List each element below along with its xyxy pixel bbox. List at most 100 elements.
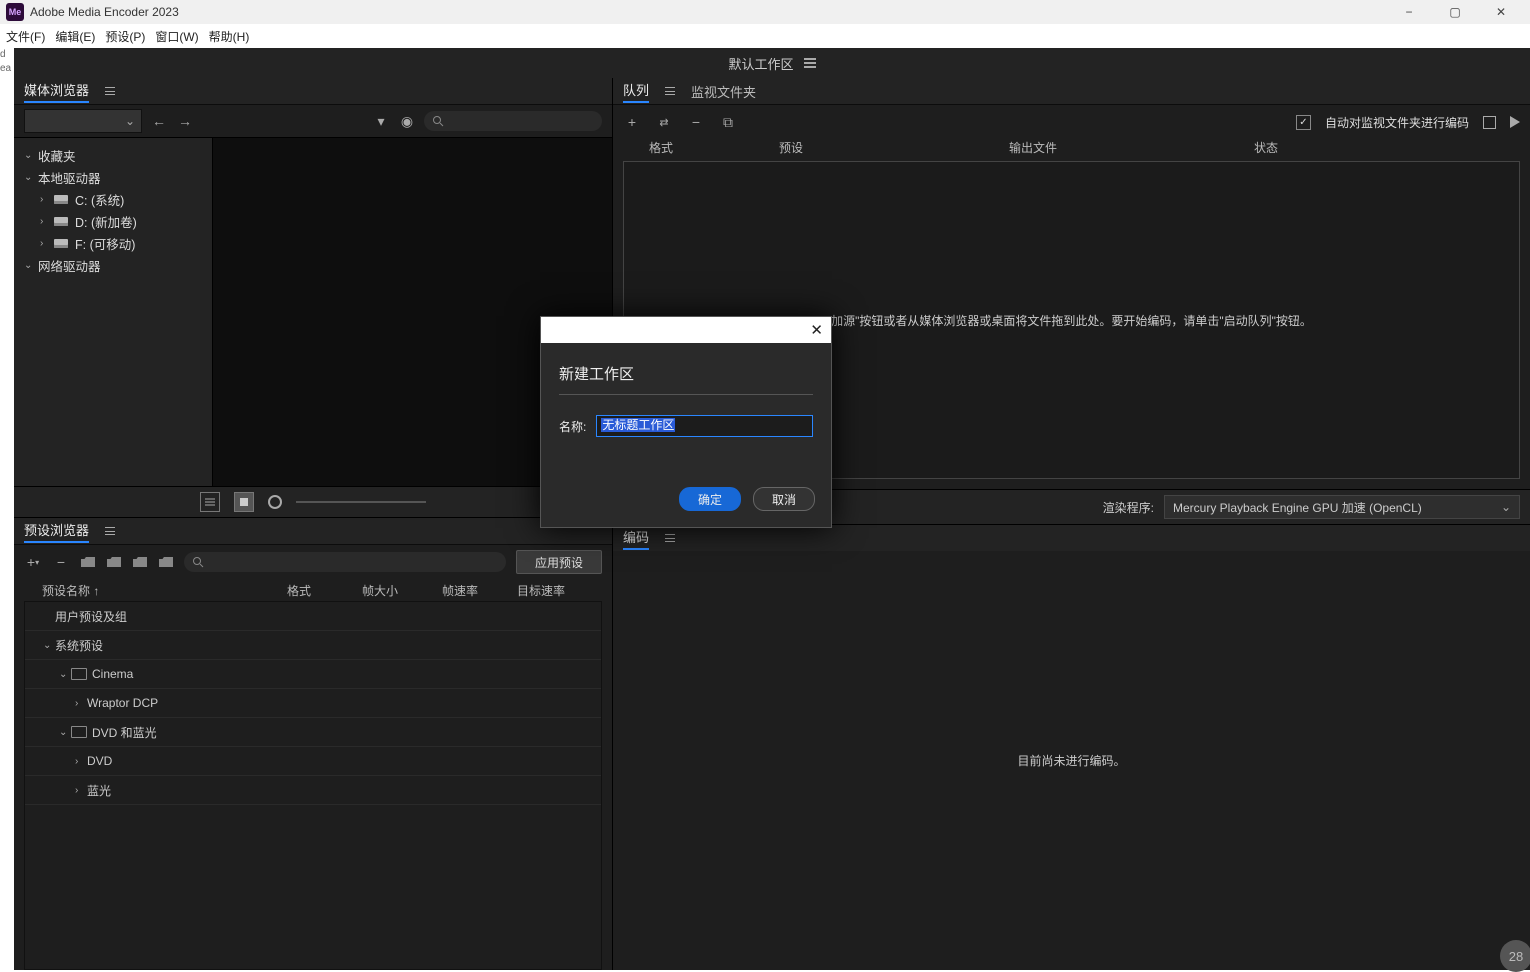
media-browser-footer — [14, 486, 612, 517]
dialog-close-icon[interactable]: ✕ — [810, 321, 823, 339]
tree-drive-f[interactable]: ›F: (可移动) — [18, 232, 208, 254]
ok-button[interactable]: 确定 — [679, 487, 741, 511]
preset-toolbar: +▾ − 应用预设 — [14, 545, 612, 579]
zoom-slider-handle[interactable] — [268, 495, 282, 509]
drive-icon — [54, 239, 68, 248]
media-browser-tabs: 媒体浏览器 — [14, 78, 612, 104]
encoding-panel: 目前尚未进行编码。 — [613, 551, 1530, 970]
renderer-select[interactable]: Mercury Playback Engine GPU 加速 (OpenCL) … — [1164, 495, 1520, 519]
nav-forward-icon[interactable]: → — [176, 112, 194, 130]
menu-help[interactable]: 帮助(H) — [209, 28, 250, 45]
remove-icon[interactable]: − — [687, 113, 705, 131]
encoding-empty-text: 目前尚未进行编码。 — [1017, 752, 1125, 769]
tab-preset-browser[interactable]: 预设浏览器 — [24, 520, 89, 543]
preset-search[interactable] — [184, 552, 506, 572]
preset-list: 用户预设及组 ⌄系统预设 ⌄Cinema ›Wraptor DCP ⌄DVD 和… — [24, 601, 602, 970]
tree-local-drives[interactable]: ⌄本地驱动器 — [18, 166, 208, 188]
preset-browser-tabs: 预设浏览器 — [14, 517, 612, 544]
corner-badge: 28 — [1500, 940, 1530, 972]
cancel-button[interactable]: 取消 — [753, 487, 815, 511]
film-icon — [71, 726, 87, 738]
folder-import-icon[interactable] — [133, 557, 147, 567]
encoding-tabs: 编码 — [613, 524, 1530, 551]
queue-columns: 格式 预设 输出文件 状态 — [613, 139, 1530, 161]
dialog-title: 新建工作区 — [559, 363, 813, 395]
window-close-button[interactable]: ✕ — [1478, 0, 1524, 24]
thumbnail-view-icon[interactable] — [234, 492, 254, 512]
col-outfile: 输出文件 — [1009, 139, 1254, 161]
tab-queue[interactable]: 队列 — [623, 80, 649, 103]
tree-network-drives[interactable]: ⌄网络驱动器 — [18, 254, 208, 276]
queue-tabs: 队列 监视文件夹 — [613, 78, 1530, 104]
col-frame-size[interactable]: 帧大小 — [362, 582, 442, 599]
col-target-rate[interactable]: 目标速率 — [517, 582, 577, 599]
stop-queue-icon[interactable] — [1483, 116, 1496, 129]
preset-group-bluray[interactable]: ›蓝光 — [25, 776, 601, 805]
window-maximize-button[interactable]: ▢ — [1432, 0, 1478, 24]
workspace-label[interactable]: 默认工作区 — [728, 54, 793, 73]
window-minimize-button[interactable]: − — [1386, 0, 1432, 24]
folder-new-icon[interactable] — [107, 557, 121, 567]
preset-group-user[interactable]: 用户预设及组 — [25, 602, 601, 631]
panel-menu-icon[interactable] — [105, 87, 115, 95]
list-view-icon[interactable] — [200, 492, 220, 512]
new-preset-icon[interactable]: +▾ — [24, 553, 42, 571]
folder-export-icon[interactable] — [159, 557, 173, 567]
tab-watch-folders[interactable]: 监视文件夹 — [691, 82, 756, 101]
nav-back-icon[interactable]: ← — [150, 112, 168, 130]
col-frame-rate[interactable]: 帧速率 — [442, 582, 517, 599]
folder-icon[interactable] — [81, 557, 95, 567]
preset-group-dvd[interactable]: ›DVD — [25, 747, 601, 776]
workspace-name-input[interactable]: 无标题工作区 — [596, 415, 813, 437]
menu-edit[interactable]: 编辑(E) — [55, 28, 95, 45]
panel-menu-icon[interactable] — [665, 534, 675, 542]
add-source-icon[interactable]: + — [623, 113, 641, 131]
preset-group-system[interactable]: ⌄系统预设 — [25, 631, 601, 660]
new-workspace-dialog: ✕ 新建工作区 名称: 无标题工作区 确定 取消 — [540, 316, 832, 528]
tree-drive-c[interactable]: ›C: (系统) — [18, 188, 208, 210]
col-format: 格式 — [649, 139, 779, 161]
delete-preset-icon[interactable]: − — [52, 553, 70, 571]
app-icon: Me — [6, 3, 24, 21]
media-browser-toolbar: ⌄ ← → ▾ ◉ — [14, 105, 612, 137]
media-browser-path-dropdown[interactable]: ⌄ — [24, 109, 142, 133]
col-preset: 预设 — [779, 139, 1009, 161]
col-status: 状态 — [1254, 139, 1314, 161]
menu-window[interactable]: 窗口(W) — [155, 28, 198, 45]
media-browser-search[interactable] — [424, 111, 602, 131]
preset-group-dvdbluray[interactable]: ⌄DVD 和蓝光 — [25, 718, 601, 747]
col-format[interactable]: 格式 — [287, 582, 362, 599]
menubar: 文件(F) 编辑(E) 预设(P) 窗口(W) 帮助(H) — [0, 24, 1530, 49]
menu-preset[interactable]: 预设(P) — [105, 28, 145, 45]
tab-media-browser[interactable]: 媒体浏览器 — [24, 80, 89, 103]
menu-file[interactable]: 文件(F) — [6, 28, 45, 45]
name-field-label: 名称: — [559, 418, 586, 435]
left-edge: dea — [0, 48, 14, 970]
media-browser-tree: ⌄收藏夹 ⌄本地驱动器 ›C: (系统) ›D: (新加卷) ›F: (可移动)… — [14, 138, 212, 486]
renderer-label: 渲染程序: — [1103, 499, 1154, 516]
dialog-titlebar: ✕ — [541, 317, 831, 343]
workspace-menu-icon[interactable] — [804, 58, 816, 68]
app-title: Adobe Media Encoder 2023 — [30, 5, 179, 19]
filter-icon[interactable]: ▾ — [372, 112, 390, 130]
drive-icon — [54, 217, 68, 226]
preset-group-wraptor[interactable]: ›Wraptor DCP — [25, 689, 601, 718]
duplicate-icon[interactable]: ⧉ — [719, 113, 737, 131]
titlebar: Me Adobe Media Encoder 2023 − ▢ ✕ — [0, 0, 1530, 24]
zoom-slider-track[interactable] — [296, 501, 426, 503]
preset-group-cinema[interactable]: ⌄Cinema — [25, 660, 601, 689]
auto-encode-checkbox[interactable] — [1296, 115, 1311, 130]
ingest-eye-icon[interactable]: ◉ — [398, 112, 416, 130]
tree-favorites[interactable]: ⌄收藏夹 — [18, 144, 208, 166]
start-queue-icon[interactable] — [1510, 116, 1520, 128]
tree-drive-d[interactable]: ›D: (新加卷) — [18, 210, 208, 232]
film-icon — [71, 668, 87, 680]
panel-menu-icon[interactable] — [105, 527, 115, 535]
add-output-icon[interactable]: ⇄ — [655, 113, 673, 131]
col-preset-name[interactable]: 预设名称 ↑ — [42, 582, 287, 599]
apply-preset-button[interactable]: 应用预设 — [516, 550, 602, 574]
panel-menu-icon[interactable] — [665, 87, 675, 95]
drive-icon — [54, 195, 68, 204]
tab-encoding[interactable]: 编码 — [623, 527, 649, 550]
auto-encode-label: 自动对监视文件夹进行编码 — [1325, 114, 1469, 131]
